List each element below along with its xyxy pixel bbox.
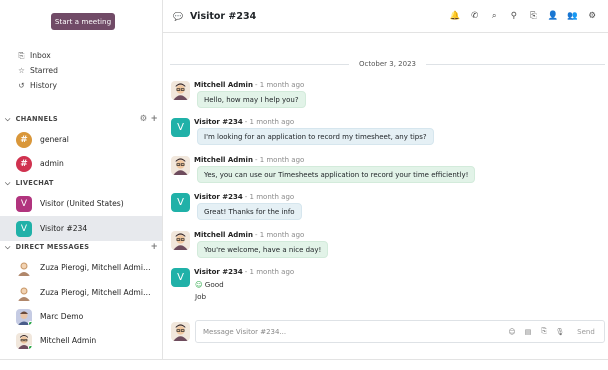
send-button[interactable]: Send: [568, 328, 604, 336]
sidebar: Start a meeting ⎘ Inbox ☆ Starred ↺ Hist…: [0, 0, 163, 360]
message-time: - 1 month ago: [254, 156, 305, 164]
direct-messages-section-header[interactable]: ⌵ DIRECT MESSAGES +: [5, 241, 158, 253]
message-time: - 1 month ago: [244, 118, 295, 126]
message-author: Mitchell Admin: [194, 81, 253, 89]
livechat-label: Visitor (United States): [40, 199, 124, 208]
hashtag-icon: #: [16, 131, 32, 148]
chevron-down-icon: ⌵: [5, 178, 11, 187]
mailbox-label: Inbox: [30, 51, 51, 60]
mailbox-label: Starred: [30, 66, 58, 75]
dm-label: Marc Demo: [40, 312, 84, 321]
sidebar-item-visitor-234[interactable]: V Visitor #234: [0, 216, 162, 241]
sidebar-item-admin[interactable]: # admin: [0, 151, 162, 176]
chevron-down-icon: ⌵: [5, 114, 11, 123]
search-icon[interactable]: ⌕: [484, 11, 504, 21]
group-avatar: [16, 284, 32, 301]
gear-icon[interactable]: ⚙: [140, 114, 148, 124]
add-icon[interactable]: +: [151, 242, 158, 252]
history-icon: ↺: [18, 81, 25, 90]
paperclip-icon[interactable]: ⎘: [536, 327, 552, 336]
channels-section-header[interactable]: ⌵ CHANNELS ⚙ +: [5, 113, 158, 125]
sidebar-item-general[interactable]: # general: [0, 127, 162, 152]
section-label: LIVECHAT: [15, 179, 54, 187]
chevron-down-icon: ⌵: [5, 242, 11, 251]
divider: [0, 359, 608, 360]
visitor-avatar[interactable]: V: [171, 193, 190, 212]
current-user-avatar: [171, 322, 190, 341]
header-actions: 🔔 ✆ ⌕ ⚲ ⎘ 👤 👥 ⚙: [445, 11, 602, 21]
inbox-icon: ⎘: [18, 50, 25, 60]
canned-response-icon[interactable]: ▤: [520, 328, 536, 336]
group-avatar: [16, 259, 32, 276]
online-status-icon: [28, 344, 32, 349]
message-bubble: Hello, how may I help you?: [197, 91, 306, 108]
message-author: Visitor #234: [194, 118, 243, 126]
user-avatar: [16, 332, 32, 349]
emoji-icon[interactable]: ☺: [504, 328, 520, 336]
thread-header: 💬 Visitor #234 🔔 ✆ ⌕ ⚲ ⎘ 👤 👥 ⚙: [163, 0, 608, 33]
members-icon[interactable]: 👥: [563, 11, 583, 21]
rating-line: ☺ Good: [195, 280, 224, 289]
section-label: CHANNELS: [15, 115, 58, 123]
mailbox-label: History: [30, 81, 58, 90]
channel-label: general: [40, 135, 69, 144]
rating-label: Good: [204, 280, 224, 289]
dm-label: Zuza Pierogi, Mitchell Admin, a...: [40, 288, 155, 297]
message-author: Mitchell Admin: [194, 231, 253, 239]
date-separator: October 3, 2023: [170, 58, 605, 70]
paperclip-icon[interactable]: ⎘: [524, 11, 544, 21]
message-time: - 1 month ago: [254, 81, 305, 89]
dm-label: Zuza Pierogi, Mitchell Admin, a...: [40, 263, 155, 272]
add-icon[interactable]: +: [151, 114, 158, 124]
message-bubble: Great! Thanks for the info: [197, 203, 302, 220]
start-meeting-button[interactable]: Start a meeting: [51, 13, 115, 30]
visitor-avatar[interactable]: V: [171, 268, 190, 287]
mailbox-history[interactable]: ↺ History: [17, 79, 57, 92]
phone-icon[interactable]: ✆: [465, 11, 485, 21]
sidebar-item-dm-group-1[interactable]: Zuza Pierogi, Mitchell Admin, a...: [0, 255, 162, 280]
microphone-icon[interactable]: 🎙: [552, 328, 568, 336]
visitor-avatar: V: [16, 195, 32, 212]
message-time: - 1 month ago: [244, 193, 295, 201]
user-avatar: [16, 308, 32, 325]
composer-input[interactable]: Message Visitor #234...: [203, 328, 286, 336]
date-label: October 3, 2023: [359, 60, 416, 68]
feedback-text: Job: [195, 292, 207, 301]
message-time: - 1 month ago: [254, 231, 305, 239]
online-status-icon: [28, 320, 32, 325]
mitchell-admin-avatar[interactable]: [171, 231, 190, 250]
mitchell-admin-avatar[interactable]: [171, 156, 190, 175]
sidebar-item-mitchell-admin[interactable]: Mitchell Admin: [0, 328, 162, 353]
message-bubble: You're welcome, have a nice day!: [197, 241, 329, 258]
message-author: Visitor #234: [194, 268, 243, 276]
smile-icon: ☺: [195, 280, 203, 289]
message-composer[interactable]: Message Visitor #234... ☺ ▤ ⎘ 🎙 Send: [195, 320, 605, 343]
message-bubble: Yes, you can use our Timesheets applicat…: [197, 166, 476, 183]
mitchell-admin-avatar[interactable]: [171, 81, 190, 100]
visitor-avatar: V: [16, 220, 32, 237]
thread-title: Visitor #234: [190, 10, 257, 22]
sidebar-item-visitor-us[interactable]: V Visitor (United States): [0, 191, 162, 216]
message-author: Mitchell Admin: [194, 156, 253, 164]
section-label: DIRECT MESSAGES: [15, 243, 90, 251]
visitor-avatar[interactable]: V: [171, 118, 190, 137]
mailbox-inbox[interactable]: ⎘ Inbox: [17, 49, 51, 62]
dm-label: Mitchell Admin: [40, 336, 97, 345]
mailbox-starred[interactable]: ☆ Starred: [17, 64, 58, 77]
chat-bubbles-icon: 💬: [173, 11, 183, 21]
livechat-section-header[interactable]: ⌵ LIVECHAT: [5, 177, 158, 189]
message-author: Visitor #234: [194, 193, 243, 201]
pin-icon[interactable]: ⚲: [504, 11, 524, 21]
bell-icon[interactable]: 🔔: [445, 11, 465, 21]
sidebar-item-marc-demo[interactable]: Marc Demo: [0, 304, 162, 329]
message-bubble: I'm looking for an application to record…: [197, 128, 434, 145]
star-icon: ☆: [18, 66, 25, 75]
hashtag-icon: #: [16, 155, 32, 172]
sidebar-item-dm-group-2[interactable]: Zuza Pierogi, Mitchell Admin, a...: [0, 280, 162, 305]
add-user-icon[interactable]: 👤: [543, 11, 563, 21]
message-time: - 1 month ago: [244, 268, 295, 276]
gear-icon[interactable]: ⚙: [582, 11, 602, 21]
channel-label: admin: [40, 159, 64, 168]
livechat-label: Visitor #234: [40, 224, 88, 233]
